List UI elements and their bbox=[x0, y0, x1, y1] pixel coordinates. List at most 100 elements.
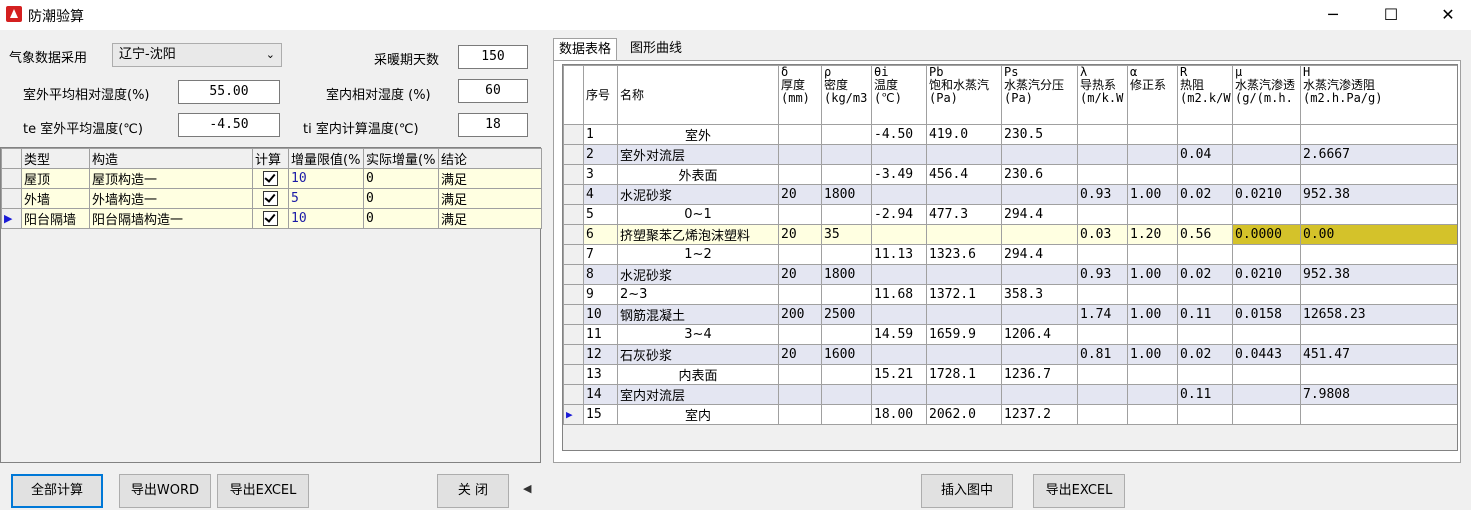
table-row[interactable]: 10 钢筋混凝土 200 2500 1.74 1.00 0.11 0.0158 12658.23 bbox=[563, 304, 1457, 325]
cell-col-7[interactable] bbox=[1077, 164, 1128, 185]
cell-col-4[interactable]: 18.00 bbox=[871, 404, 927, 425]
cell-col-11[interactable] bbox=[1300, 244, 1457, 265]
calculate-all-button[interactable]: 全部计算 bbox=[11, 474, 103, 508]
cell-col-4[interactable]: 11.13 bbox=[871, 244, 927, 265]
header-col-4[interactable]: θi 温度 (℃) bbox=[871, 65, 927, 125]
cell-col-8[interactable] bbox=[1127, 364, 1178, 385]
cell-col-0[interactable]: 13 bbox=[583, 364, 618, 385]
cell-col-11[interactable] bbox=[1300, 204, 1457, 225]
table-row[interactable]: 5 0~1 -2.94 477.3 294.4 bbox=[563, 204, 1457, 225]
cell-col-5[interactable] bbox=[926, 184, 1002, 205]
cell-col-9[interactable]: 0.02 bbox=[1177, 344, 1233, 365]
cell-col-5[interactable] bbox=[926, 264, 1002, 285]
cell-col-9[interactable]: 0.56 bbox=[1177, 224, 1233, 245]
header-col-0[interactable]: 序号 bbox=[583, 65, 618, 125]
header-calc[interactable]: 计算 bbox=[252, 148, 289, 169]
cell-col-1[interactable]: 1~2 bbox=[617, 244, 779, 265]
cell-col-7[interactable] bbox=[1077, 204, 1128, 225]
cell-col-0[interactable]: 2 bbox=[583, 144, 618, 165]
cell-col-7[interactable]: 0.93 bbox=[1077, 184, 1128, 205]
cell-col-0[interactable]: 5 bbox=[583, 204, 618, 225]
collapse-left-icon[interactable]: ◀ bbox=[523, 482, 531, 495]
table-row[interactable]: 6 挤塑聚苯乙烯泡沫塑料 20 35 0.03 1.20 0.56 0.0000 0.00 bbox=[563, 224, 1457, 245]
table-row[interactable]: 外墙 外墙构造一 5 0 满足 bbox=[1, 188, 542, 209]
cell-col-2[interactable] bbox=[778, 284, 822, 305]
cell-col-11[interactable]: 12658.23 bbox=[1300, 304, 1457, 325]
cell-col-10[interactable] bbox=[1232, 404, 1301, 425]
cell-col-8[interactable] bbox=[1127, 284, 1178, 305]
cell-col-6[interactable]: 294.4 bbox=[1001, 244, 1078, 265]
calc-checkbox[interactable] bbox=[252, 208, 289, 229]
cell-col-9[interactable] bbox=[1177, 204, 1233, 225]
cell-col-3[interactable] bbox=[821, 124, 872, 145]
cell-col-5[interactable] bbox=[926, 304, 1002, 325]
cell-col-7[interactable]: 1.74 bbox=[1077, 304, 1128, 325]
cell-col-9[interactable]: 0.11 bbox=[1177, 304, 1233, 325]
cell-col-6[interactable] bbox=[1001, 344, 1078, 365]
header-col-6[interactable]: Ps 水蒸汽分压 (Pa) bbox=[1001, 65, 1078, 125]
cell-col-8[interactable] bbox=[1127, 204, 1178, 225]
cell-col-7[interactable] bbox=[1077, 384, 1128, 405]
cell-col-7[interactable] bbox=[1077, 124, 1128, 145]
cell-col-0[interactable]: 4 bbox=[583, 184, 618, 205]
cell-col-1[interactable]: 3~4 bbox=[617, 324, 779, 345]
cell-col-0[interactable]: 9 bbox=[583, 284, 618, 305]
cell-col-3[interactable] bbox=[821, 144, 872, 165]
cell-col-2[interactable]: 20 bbox=[778, 224, 822, 245]
cell-type[interactable]: 阳台隔墙 bbox=[21, 208, 90, 229]
cell-col-1[interactable]: 室外对流层 bbox=[617, 144, 779, 165]
region-select[interactable]: 辽宁-沈阳 ⌄ bbox=[112, 43, 282, 67]
cell-col-0[interactable]: 11 bbox=[583, 324, 618, 345]
cell-col-11[interactable]: 7.9808 bbox=[1300, 384, 1457, 405]
cell-col-8[interactable]: 1.20 bbox=[1127, 224, 1178, 245]
cell-col-0[interactable]: 8 bbox=[583, 264, 618, 285]
cell-col-3[interactable]: 1800 bbox=[821, 184, 872, 205]
cell-type[interactable]: 外墙 bbox=[21, 188, 90, 209]
cell-col-1[interactable]: 内表面 bbox=[617, 364, 779, 385]
cell-col-11[interactable] bbox=[1300, 324, 1457, 345]
table-row[interactable]: ▶ 阳台隔墙 阳台隔墙构造一 10 0 满足 bbox=[1, 208, 542, 229]
cell-col-7[interactable] bbox=[1077, 364, 1128, 385]
header-col-11[interactable]: H 水蒸汽渗透阻 (m2.h.Pa/g) bbox=[1300, 65, 1457, 125]
cell-col-3[interactable]: 1800 bbox=[821, 264, 872, 285]
cell-col-4[interactable] bbox=[871, 384, 927, 405]
cell-col-11[interactable]: 451.47 bbox=[1300, 344, 1457, 365]
cell-col-7[interactable] bbox=[1077, 244, 1128, 265]
cell-col-3[interactable] bbox=[821, 324, 872, 345]
cell-col-11[interactable]: 2.6667 bbox=[1300, 144, 1457, 165]
cell-construction[interactable]: 外墙构造一 bbox=[89, 188, 253, 209]
insert-drawing-button[interactable]: 插入图中 bbox=[921, 474, 1013, 508]
cell-col-4[interactable] bbox=[871, 184, 927, 205]
cell-col-6[interactable]: 358.3 bbox=[1001, 284, 1078, 305]
cell-col-11[interactable] bbox=[1300, 284, 1457, 305]
cell-col-9[interactable]: 0.02 bbox=[1177, 184, 1233, 205]
cell-col-7[interactable] bbox=[1077, 404, 1128, 425]
cell-col-10[interactable] bbox=[1232, 384, 1301, 405]
cell-col-2[interactable]: 200 bbox=[778, 304, 822, 325]
cell-col-11[interactable]: 0.00 bbox=[1300, 224, 1457, 245]
cell-col-10[interactable] bbox=[1232, 324, 1301, 345]
cell-col-5[interactable]: 1323.6 bbox=[926, 244, 1002, 265]
cell-col-3[interactable] bbox=[821, 164, 872, 185]
table-row[interactable]: 1 室外 -4.50 419.0 230.5 bbox=[563, 124, 1457, 145]
cell-col-5[interactable] bbox=[926, 224, 1002, 245]
table-row[interactable]: 2 室外对流层 0.04 2.6667 bbox=[563, 144, 1457, 165]
cell-col-10[interactable]: 0.0443 bbox=[1232, 344, 1301, 365]
cell-col-8[interactable] bbox=[1127, 144, 1178, 165]
cell-col-8[interactable]: 1.00 bbox=[1127, 264, 1178, 285]
cell-col-8[interactable]: 1.00 bbox=[1127, 344, 1178, 365]
cell-col-9[interactable] bbox=[1177, 244, 1233, 265]
export-excel-left-button[interactable]: 导出EXCEL bbox=[217, 474, 309, 508]
close-button[interactable]: 关 闭 bbox=[437, 474, 509, 508]
header-col-2[interactable]: δ 厚度 (mm) bbox=[778, 65, 822, 125]
cell-limit[interactable]: 5 bbox=[288, 188, 364, 209]
cell-col-10[interactable] bbox=[1232, 144, 1301, 165]
cell-col-1[interactable]: 2~3 bbox=[617, 284, 779, 305]
cell-col-4[interactable] bbox=[871, 304, 927, 325]
cell-col-2[interactable]: 20 bbox=[778, 344, 822, 365]
cell-col-0[interactable]: 6 bbox=[583, 224, 618, 245]
cell-col-3[interactable] bbox=[821, 244, 872, 265]
cell-col-4[interactable]: -2.94 bbox=[871, 204, 927, 225]
cell-col-8[interactable] bbox=[1127, 324, 1178, 345]
cell-col-5[interactable]: 2062.0 bbox=[926, 404, 1002, 425]
